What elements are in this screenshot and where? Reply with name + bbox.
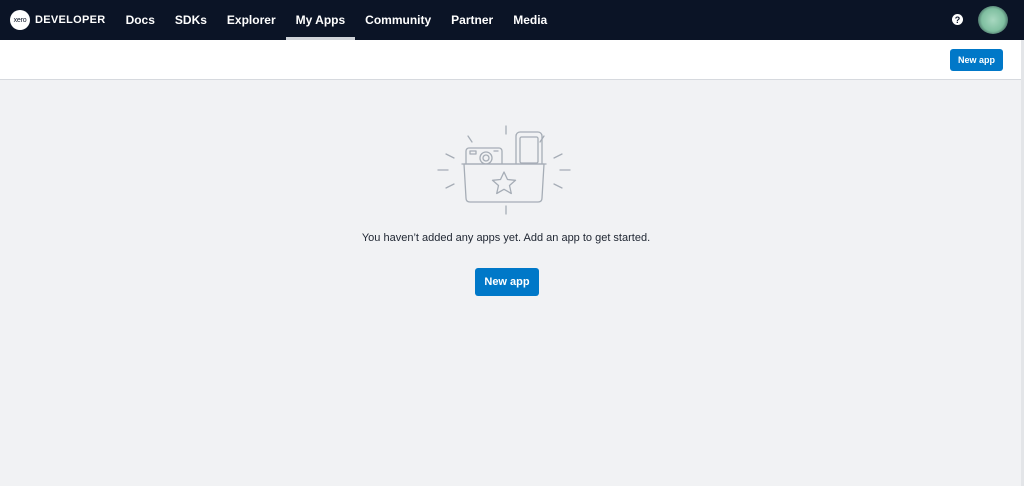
nav-item-docs[interactable]: Docs [116,0,165,40]
page-subheader [0,40,1024,80]
user-avatar[interactable] [978,6,1008,34]
empty-state-message: You haven’t added any apps yet. Add an a… [361,232,651,244]
app-folder-star-icon [432,122,576,218]
nav-item-community[interactable]: Community [355,0,441,40]
nav-items: Docs SDKs Explorer My Apps Community Par… [116,0,558,40]
help-icon[interactable]: ? [952,14,963,25]
nav-item-sdks[interactable]: SDKs [165,0,217,40]
nav-item-partner[interactable]: Partner [441,0,503,40]
new-app-button-header[interactable]: New app [950,49,1003,71]
brand-label: DEVELOPER [35,14,106,26]
xero-logo: xero [10,10,30,30]
top-navigation-bar: xero DEVELOPER Docs SDKs Explorer My App… [0,0,1024,40]
new-app-button[interactable]: New app [475,268,539,296]
nav-item-my-apps[interactable]: My Apps [285,0,356,40]
nav-item-explorer[interactable]: Explorer [217,0,286,40]
brand[interactable]: xero DEVELOPER [10,0,106,40]
nav-item-media[interactable]: Media [503,0,557,40]
